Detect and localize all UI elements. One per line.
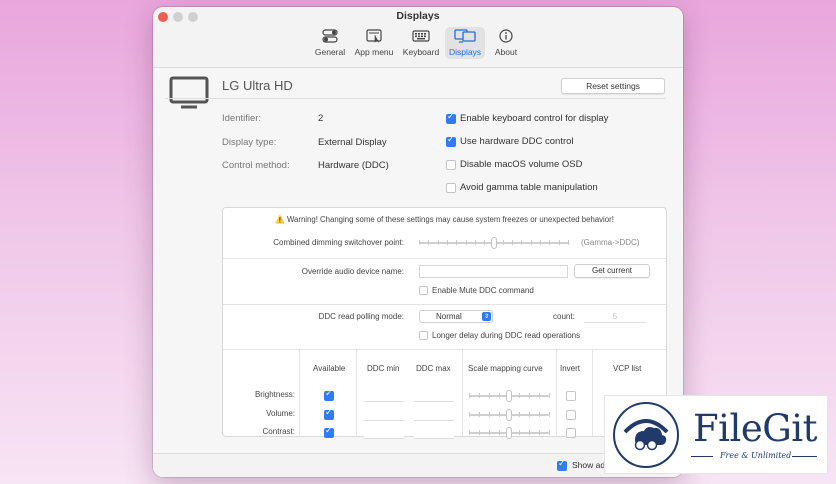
available-checkbox[interactable]	[324, 426, 334, 438]
row-label: Contrast:	[262, 427, 295, 436]
tab-app-menu-label: App menu	[354, 47, 394, 57]
tab-displays-label: Displays	[448, 47, 482, 57]
invert-checkbox[interactable]	[566, 391, 576, 401]
audio-device-input[interactable]	[419, 265, 568, 278]
table-divider	[592, 350, 593, 436]
show-advanced-checkbox[interactable]	[557, 459, 567, 471]
ddc-min-input[interactable]	[364, 409, 404, 421]
ddc-max-input[interactable]	[414, 427, 454, 439]
monitor-icon	[169, 76, 209, 115]
toggles-icon	[322, 29, 338, 48]
tab-keyboard[interactable]: Keyboard	[400, 27, 442, 59]
hardware-ddc-label: Use hardware DDC control	[460, 136, 574, 147]
table-divider	[556, 350, 557, 436]
dimming-hint: (Gamma->DDC)	[581, 238, 640, 247]
advanced-settings-box: ⚠️ Warning! Changing some of these setti…	[222, 207, 667, 440]
divider	[165, 98, 665, 99]
invert-checkbox[interactable]	[566, 428, 576, 438]
tab-about[interactable]: About	[488, 27, 524, 59]
reset-settings-button[interactable]: Reset settings	[561, 78, 665, 94]
avoid-gamma-label: Avoid gamma table manipulation	[460, 182, 598, 193]
divider	[792, 456, 817, 457]
table-divider	[462, 350, 463, 436]
ddc-min-input[interactable]	[364, 390, 404, 402]
ddc-max-input[interactable]	[414, 409, 454, 421]
display-type-label: Display type:	[222, 137, 277, 148]
mute-ddc-label: Enable Mute DDC command	[432, 286, 534, 295]
menu-cursor-icon	[366, 29, 382, 48]
dimming-slider-knob[interactable]	[491, 237, 497, 249]
filegit-watermark: FileGit Free & Unlimited	[604, 395, 828, 474]
disable-osd-label: Disable macOS volume OSD	[460, 159, 583, 170]
keyboard-control-label: Enable keyboard control for display	[460, 113, 609, 124]
col-available: Available	[313, 364, 346, 373]
scale-curve-slider[interactable]	[469, 408, 550, 422]
dimming-slider[interactable]	[419, 236, 569, 250]
row-label: Brightness:	[254, 390, 295, 399]
watermark-brand: FileGit	[693, 407, 818, 450]
warning-text: ⚠️ Warning! Changing some of these setti…	[275, 215, 614, 224]
col-invert: Invert	[560, 364, 581, 373]
get-current-button[interactable]: Get current	[574, 264, 650, 278]
tab-general-label: General	[314, 47, 346, 57]
row-label: Volume:	[266, 409, 295, 418]
updown-chevron-icon: ⇕	[482, 312, 491, 321]
count-label: count:	[553, 312, 575, 321]
tab-keyboard-label: Keyboard	[402, 47, 440, 57]
avoid-gamma-checkbox[interactable]	[446, 183, 456, 193]
polling-mode-value: Normal	[436, 312, 462, 321]
tab-general[interactable]: General	[309, 27, 351, 59]
col-ddc-min: DDC min	[367, 364, 400, 373]
identifier-label: Identifier:	[222, 113, 262, 124]
window-title: Displays	[396, 10, 440, 22]
tab-displays[interactable]: Displays	[445, 27, 485, 59]
audio-device-label: Override audio device name:	[301, 267, 404, 276]
titlebar: Displays General App menu Keyboard Displ…	[153, 7, 683, 68]
table-divider	[356, 350, 357, 436]
polling-mode-select[interactable]: Normal ⇕	[419, 310, 493, 323]
ddc-max-input[interactable]	[414, 390, 454, 402]
divider	[691, 456, 713, 457]
table-divider	[299, 350, 300, 436]
scale-curve-slider[interactable]	[469, 426, 550, 440]
col-scale-curve: Scale mapping curve	[468, 364, 543, 373]
dimming-label: Combined dimming switchover point:	[273, 238, 404, 247]
count-input[interactable]: 5	[584, 311, 646, 323]
disable-osd-checkbox[interactable]	[446, 160, 456, 170]
longer-delay-label: Longer delay during DDC read operations	[432, 331, 581, 340]
info-icon	[499, 29, 513, 48]
invert-checkbox[interactable]	[566, 410, 576, 420]
control-method-value: Hardware (DDC)	[318, 160, 389, 171]
col-vcp-list: VCP list	[613, 364, 642, 373]
ddc-min-input[interactable]	[364, 427, 404, 439]
available-checkbox[interactable]	[324, 408, 334, 420]
tab-app-menu[interactable]: App menu	[351, 27, 397, 59]
divider	[223, 258, 666, 259]
watermark-tagline: Free & Unlimited	[720, 451, 792, 460]
filegit-logo	[613, 402, 679, 468]
displays-icon	[454, 29, 476, 48]
col-ddc-max: DDC max	[416, 364, 451, 373]
scale-curve-slider[interactable]	[469, 389, 550, 403]
display-name: LG Ultra HD	[222, 78, 293, 93]
available-checkbox[interactable]	[324, 389, 334, 401]
mute-ddc-checkbox[interactable]	[419, 286, 428, 295]
divider	[223, 349, 666, 350]
control-method-label: Control method:	[222, 160, 290, 171]
polling-mode-label: DDC read polling mode:	[318, 312, 404, 321]
display-type-value: External Display	[318, 137, 387, 148]
tab-about-label: About	[494, 47, 518, 57]
hardware-ddc-checkbox[interactable]	[446, 135, 456, 147]
show-advanced-label: Show ad	[572, 460, 606, 470]
longer-delay-checkbox[interactable]	[419, 331, 428, 340]
keyboard-control-checkbox[interactable]	[446, 112, 456, 124]
divider	[223, 304, 666, 305]
keyboard-icon	[412, 29, 430, 47]
identifier-value: 2	[318, 113, 324, 124]
